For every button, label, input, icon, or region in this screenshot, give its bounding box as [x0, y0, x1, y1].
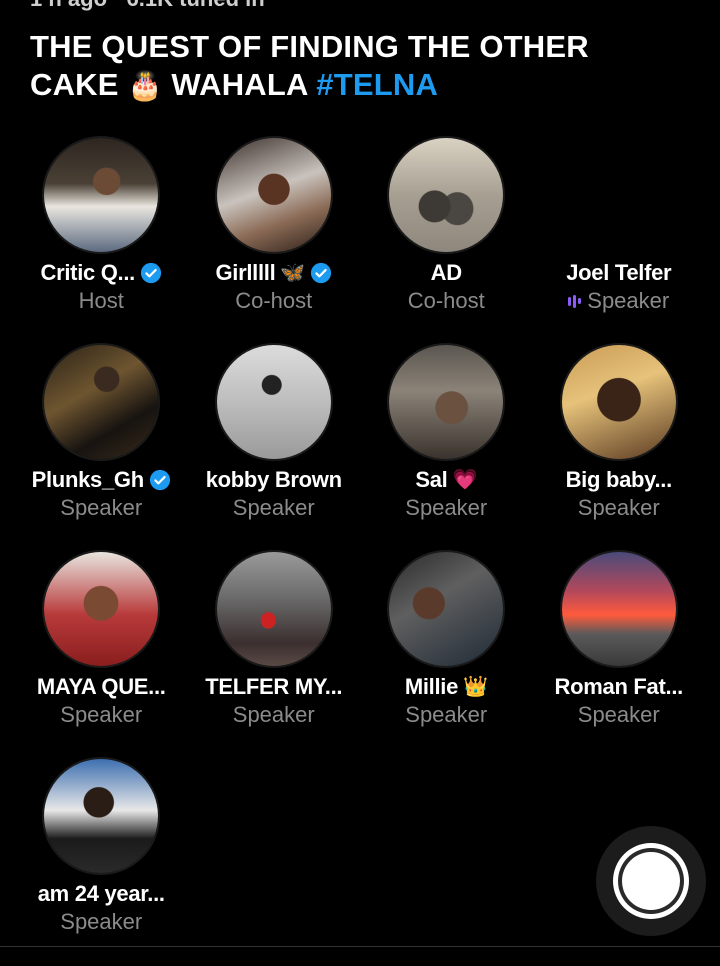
- participant-role: Speaker: [405, 702, 488, 727]
- avatar[interactable]: [389, 552, 504, 666]
- participant-name: Joel Telfer: [566, 259, 672, 285]
- participant-role: Speaker: [60, 702, 143, 727]
- participant-name: Roman Fat...: [554, 673, 684, 699]
- participants-grid: Critic Q... Host Girlllll 🦋 Co-host AD C…: [15, 138, 705, 966]
- participant-role: Host: [78, 288, 124, 313]
- participant-tile[interactable]: Plunks_Gh Speaker: [15, 345, 188, 552]
- participant-role: Speaker: [60, 495, 143, 520]
- avatar[interactable]: [562, 138, 676, 252]
- participant-tile[interactable]: Joel Telfer Speaker: [533, 138, 706, 345]
- participant-name: am 24 year...: [37, 880, 165, 906]
- avatar[interactable]: [44, 552, 159, 666]
- avatar[interactable]: [216, 138, 331, 252]
- participant-tile[interactable]: Roman Fat... Speaker: [533, 552, 706, 759]
- participant-tile[interactable]: Big baby... Speaker: [533, 345, 706, 552]
- avatar[interactable]: [389, 138, 504, 252]
- participant-role: Co-host: [235, 288, 313, 313]
- participant-tile[interactable]: Girlllll 🦋 Co-host: [188, 138, 361, 345]
- participant-tile[interactable]: Sal 💗 Speaker: [360, 345, 533, 552]
- avatar[interactable]: [216, 552, 331, 666]
- participant-name: AD: [430, 259, 462, 285]
- avatar[interactable]: [561, 552, 676, 666]
- participant-role: Speaker: [587, 288, 670, 313]
- space-title: THE QUEST OF FINDING THE OTHER CAKE 🎂 WA…: [30, 28, 670, 105]
- title-line2-word: WAHALA: [171, 67, 308, 102]
- participant-name: Plunks_Gh: [31, 466, 145, 492]
- avatar[interactable]: [216, 345, 331, 459]
- cake-emoji-icon: 🎂: [127, 70, 163, 101]
- participant-tile[interactable]: Millie 👑 Speaker: [360, 552, 533, 759]
- avatar[interactable]: [44, 138, 159, 252]
- participant-name: kobby Brown: [205, 466, 342, 492]
- crown-emoji-icon: 👑: [463, 676, 488, 698]
- heart-emoji-icon: 💗: [452, 469, 478, 491]
- record-ring-icon: [613, 843, 689, 919]
- participant-name: Critic Q...: [40, 259, 136, 285]
- participant-role: Speaker: [405, 495, 488, 520]
- participant-tile[interactable]: AD Co-host: [360, 138, 533, 345]
- participant-role: Speaker: [577, 495, 660, 520]
- verified-badge-icon: [310, 262, 332, 283]
- participant-name: Big baby...: [565, 466, 673, 492]
- speaking-indicator-icon: [568, 294, 582, 308]
- avatar[interactable]: [561, 345, 676, 459]
- avatar[interactable]: [389, 345, 504, 459]
- participant-tile[interactable]: Critic Q... Host: [15, 138, 188, 345]
- participant-role: Speaker: [60, 909, 143, 934]
- participant-tile[interactable]: kobby Brown Speaker: [188, 345, 361, 552]
- bottom-divider: [0, 946, 720, 947]
- record-button[interactable]: [596, 826, 706, 936]
- avatar[interactable]: [44, 345, 159, 459]
- participant-role: Co-host: [407, 288, 485, 313]
- participant-name: Millie: [404, 673, 459, 699]
- participant-role: Speaker: [577, 702, 660, 727]
- participant-name: TELFER MY...: [205, 673, 343, 699]
- participant-tile[interactable]: am 24 year... Speaker: [15, 759, 188, 966]
- participant-role: Speaker: [232, 495, 315, 520]
- record-inner-icon: [622, 852, 680, 910]
- avatar[interactable]: [44, 759, 159, 873]
- title-line2-prefix: CAKE: [30, 67, 119, 102]
- participant-tile[interactable]: MAYA QUE... Speaker: [15, 552, 188, 759]
- participant-name: Girlllll: [215, 259, 276, 285]
- verified-badge-icon: [140, 262, 162, 283]
- participant-name: MAYA QUE...: [36, 673, 166, 699]
- participant-name: Sal: [415, 466, 448, 492]
- participant-tile[interactable]: TELFER MY... Speaker: [188, 552, 361, 759]
- title-line1: THE QUEST OF FINDING THE OTHER: [30, 29, 589, 64]
- participant-role: Speaker: [232, 702, 315, 727]
- butterfly-emoji-icon: 🦋: [280, 262, 306, 284]
- verified-badge-icon: [149, 469, 170, 490]
- status-line: 1 h ago · 6.1K tuned in: [30, 0, 265, 12]
- hashtag-link[interactable]: #TELNA: [316, 67, 438, 102]
